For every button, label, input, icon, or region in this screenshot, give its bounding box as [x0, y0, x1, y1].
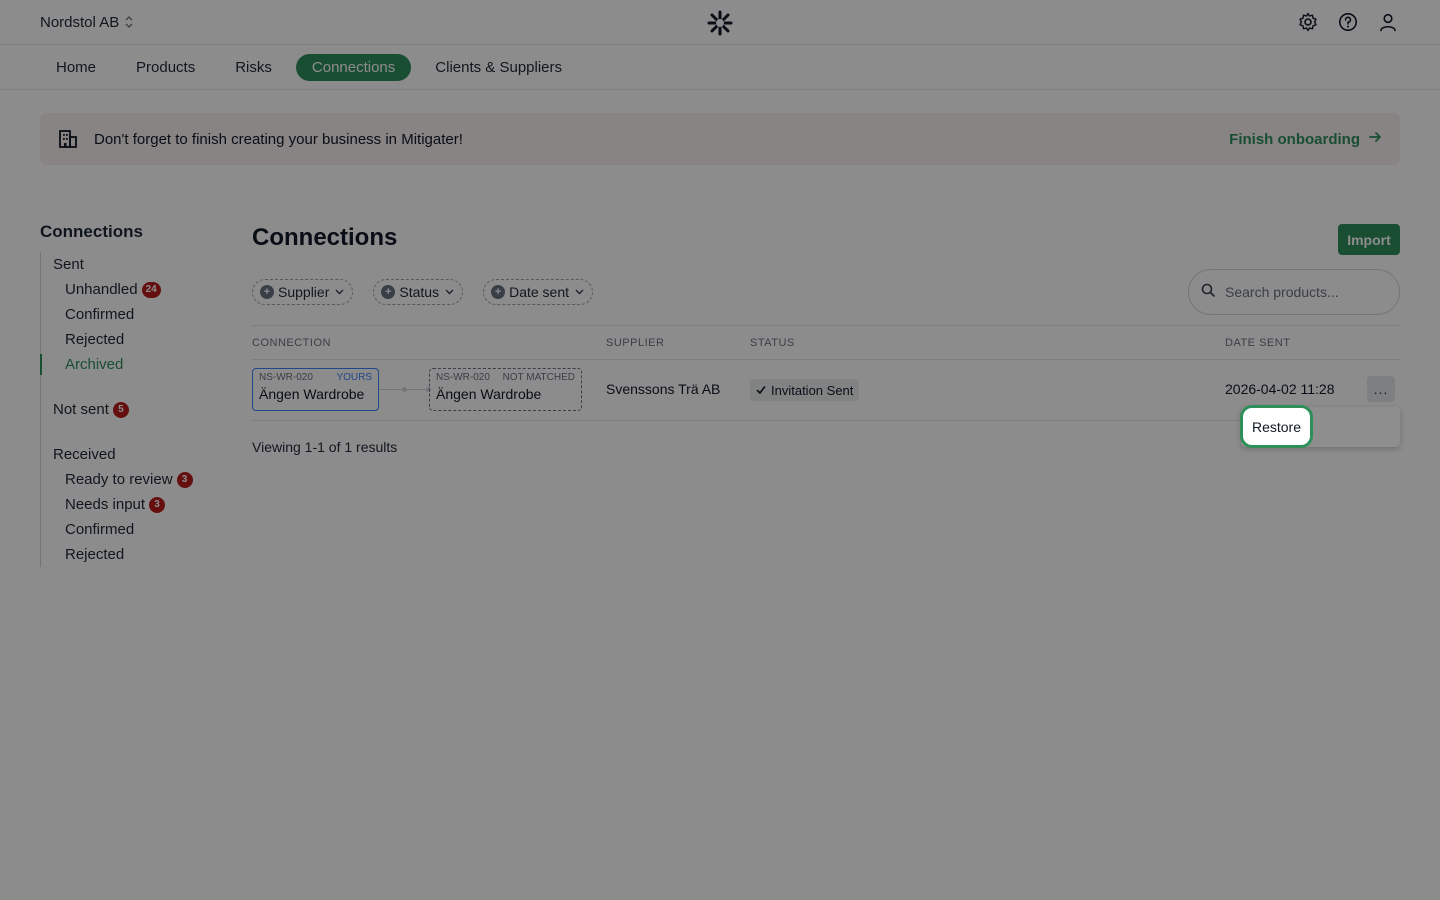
restore-menu-item[interactable]: Restore: [1240, 405, 1313, 448]
modal-overlay[interactable]: [0, 0, 1440, 900]
